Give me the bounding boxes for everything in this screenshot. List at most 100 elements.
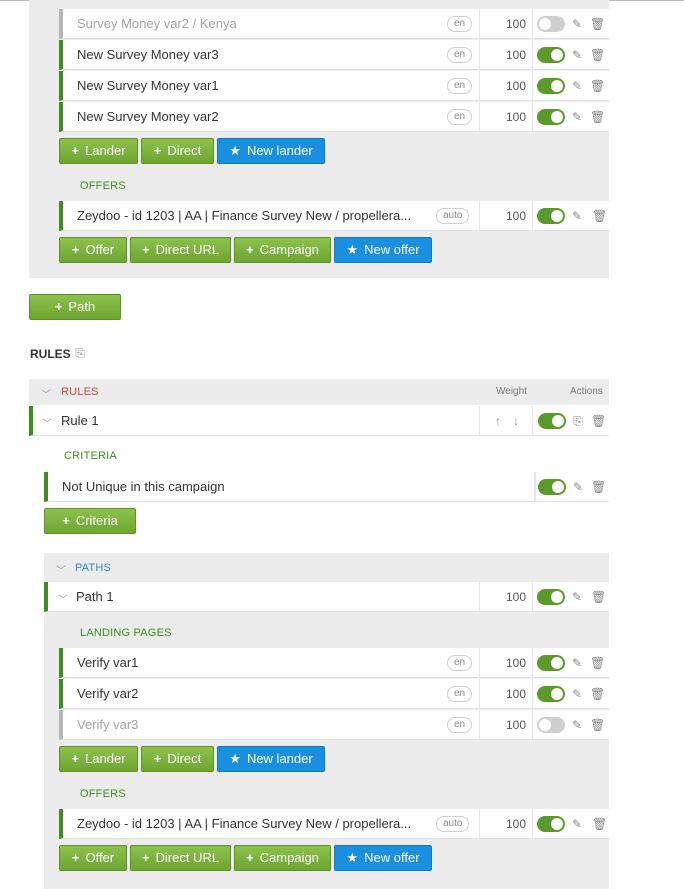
lander-row[interactable]: Verify var3 en 100 ✎ 🗑 (59, 710, 609, 740)
lander-row[interactable]: New Survey Money var3 en 100 ✎ 🗑 (59, 40, 609, 70)
pencil-icon[interactable]: ✎ (570, 717, 584, 733)
weight-value[interactable]: 100 (479, 582, 533, 612)
lang-tag: en (447, 717, 473, 733)
active-toggle[interactable] (537, 47, 565, 63)
weight-value[interactable]: 100 (479, 679, 533, 709)
criteria-name: Not Unique in this campaign (62, 479, 225, 494)
copy-icon[interactable]: ⎘ (571, 413, 585, 429)
trash-icon[interactable]: 🗑 (592, 816, 607, 832)
add-path-button[interactable]: + Path (29, 294, 121, 320)
pencil-icon[interactable]: ✎ (570, 16, 584, 32)
lang-tag: en (447, 686, 473, 702)
arrow-down-icon[interactable]: ↓ (509, 413, 523, 429)
active-toggle[interactable] (537, 589, 565, 605)
path-row[interactable]: ﹀ Path 1 100 ✎ 🗑 (44, 582, 609, 612)
pencil-icon[interactable]: ✎ (570, 655, 584, 671)
rule-row[interactable]: ﹀ Rule 1 ↑ ↓ ⎘ 🗑 (29, 406, 609, 436)
weight-value[interactable]: 100 (479, 9, 533, 39)
trash-icon[interactable]: 🗑 (590, 655, 605, 671)
plus-icon: + (141, 242, 150, 257)
pencil-icon[interactable]: ✎ (570, 78, 584, 94)
add-campaign-button[interactable]: + Campaign (234, 845, 331, 871)
new-offer-button[interactable]: ★ New offer (334, 237, 432, 263)
offer-row[interactable]: Zeydoo - id 1203 | AA | Finance Survey N… (59, 201, 609, 231)
trash-icon[interactable]: 🗑 (592, 208, 607, 224)
lang-tag: en (447, 47, 473, 63)
pencil-icon[interactable]: ✎ (571, 479, 585, 495)
pencil-icon[interactable]: ✎ (570, 109, 584, 125)
active-toggle[interactable] (537, 816, 565, 832)
path-name: Path 1 (76, 589, 114, 604)
arrow-up-icon[interactable]: ↑ (491, 413, 505, 429)
active-toggle[interactable] (537, 208, 565, 224)
weight-value[interactable]: 100 (479, 201, 533, 231)
chevron-down-icon[interactable]: ﹀ (56, 562, 66, 577)
pencil-icon[interactable]: ✎ (570, 208, 584, 224)
trash-icon[interactable]: 🗑 (590, 686, 605, 702)
chevron-down-icon[interactable]: ﹀ (58, 591, 68, 606)
lander-name: New Survey Money var1 (77, 78, 219, 93)
active-toggle[interactable] (537, 16, 565, 32)
new-lander-button[interactable]: ★ New lander (217, 138, 325, 164)
lang-tag: en (447, 655, 473, 671)
new-lander-button[interactable]: ★ New lander (217, 746, 325, 772)
paths-label: PATHS (75, 562, 112, 574)
active-toggle[interactable] (538, 479, 566, 495)
active-toggle[interactable] (537, 655, 565, 671)
active-toggle[interactable] (537, 717, 565, 733)
trash-icon[interactable]: 🗑 (591, 413, 606, 429)
plus-icon: + (62, 513, 70, 528)
lander-row[interactable]: Survey Money var2 / Kenya en 100 ✎ 🗑 (59, 9, 609, 39)
add-lander-button[interactable]: + Lander (59, 746, 138, 772)
lander-name: New Survey Money var3 (77, 47, 219, 62)
active-toggle[interactable] (537, 78, 565, 94)
pencil-icon[interactable]: ✎ (570, 589, 584, 605)
lander-row[interactable]: Verify var1 en 100 ✎ 🗑 (59, 648, 609, 678)
star-icon: ★ (229, 143, 241, 158)
weight-value[interactable]: 100 (479, 710, 533, 740)
add-direct-url-button[interactable]: + Direct URL (130, 237, 231, 263)
trash-icon[interactable]: 🗑 (590, 78, 605, 94)
lander-row[interactable]: New Survey Money var2 en 100 ✎ 🗑 (59, 102, 609, 132)
offer-row[interactable]: Zeydoo - id 1203 | AA | Finance Survey N… (59, 809, 609, 839)
trash-icon[interactable]: 🗑 (590, 109, 605, 125)
lander-name: Verify var3 (77, 717, 139, 732)
add-offer-button[interactable]: + Offer (59, 237, 127, 263)
lander-name: Verify var2 (77, 686, 139, 701)
active-toggle[interactable] (537, 109, 565, 125)
weight-value[interactable]: 100 (479, 809, 533, 839)
trash-icon[interactable]: 🗑 (590, 717, 605, 733)
criteria-row[interactable]: Not Unique in this campaign ✎ 🗑 (44, 472, 609, 502)
add-lander-button[interactable]: + Lander (59, 138, 138, 164)
copy-icon[interactable]: ⎘ (73, 345, 87, 361)
pencil-icon[interactable]: ✎ (570, 816, 584, 832)
add-offer-button[interactable]: + Offer (59, 845, 127, 871)
weight-value[interactable]: 100 (479, 648, 533, 678)
chevron-down-icon[interactable]: ﹀ (42, 415, 52, 430)
add-direct-url-button[interactable]: + Direct URL (130, 845, 231, 871)
plus-icon: + (141, 850, 150, 865)
lander-row[interactable]: New Survey Money var1 en 100 ✎ 🗑 (59, 71, 609, 101)
star-icon: ★ (346, 850, 359, 865)
pencil-icon[interactable]: ✎ (570, 686, 584, 702)
add-direct-button[interactable]: + Direct (141, 138, 214, 164)
criteria-label: CRITERIA (64, 450, 117, 462)
new-offer-button[interactable]: ★ New offer (334, 845, 432, 871)
lander-row[interactable]: Verify var2 en 100 ✎ 🗑 (59, 679, 609, 709)
chevron-down-icon[interactable]: ﹀ (41, 386, 51, 401)
weight-value[interactable]: 100 (479, 71, 533, 101)
active-toggle[interactable] (537, 686, 565, 702)
add-criteria-button[interactable]: + Criteria (44, 508, 136, 534)
weight-value[interactable]: 100 (479, 40, 533, 70)
add-campaign-button[interactable]: + Campaign (234, 237, 331, 263)
active-toggle[interactable] (538, 413, 566, 429)
offer-name: Zeydoo - id 1203 | AA | Finance Survey N… (77, 208, 412, 223)
plus-icon: + (54, 299, 63, 314)
add-direct-button[interactable]: + Direct (141, 746, 214, 772)
pencil-icon[interactable]: ✎ (570, 47, 584, 63)
trash-icon[interactable]: 🗑 (591, 479, 606, 495)
weight-value[interactable]: 100 (479, 102, 533, 132)
trash-icon[interactable]: 🗑 (590, 16, 605, 32)
trash-icon[interactable]: 🗑 (591, 589, 606, 605)
trash-icon[interactable]: 🗑 (590, 47, 605, 63)
